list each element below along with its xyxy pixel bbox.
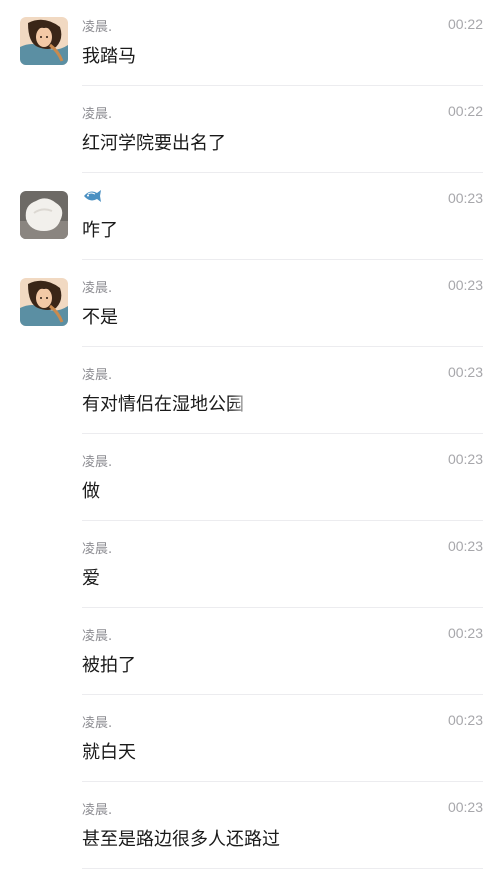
message-text: 爱	[82, 568, 100, 589]
message-divider	[82, 607, 483, 608]
sender-name: 凌晨.	[82, 368, 113, 383]
message-time: 00:23	[447, 364, 483, 380]
message-divider	[82, 85, 483, 86]
sender-name: 凌晨.	[82, 281, 113, 296]
chat-message[interactable]: 凌晨. 00:23 爱	[0, 522, 503, 609]
message-time: 00:23	[447, 190, 483, 206]
message-text: 红河学院要出名了	[82, 133, 226, 154]
sender-name	[82, 188, 102, 208]
message-divider	[82, 172, 483, 173]
sender-name: 凌晨.	[82, 629, 113, 644]
chat-message[interactable]: 凌晨. 00:23 就白天	[0, 696, 503, 783]
girl-avatar[interactable]	[20, 17, 68, 65]
message-text: 我踏马	[82, 46, 136, 67]
sender-name: 凌晨.	[82, 107, 113, 122]
chat-message[interactable]: 凌晨. 00:23 不是	[0, 261, 503, 348]
chat-message[interactable]: 00:23 咋了	[0, 174, 503, 261]
message-time: 00:23	[447, 799, 483, 815]
message-time: 00:23	[447, 451, 483, 467]
message-time: 00:22	[447, 16, 483, 32]
message-divider	[82, 346, 483, 347]
message-text: 不是	[82, 307, 118, 328]
chat-message[interactable]: 凌晨. 00:23 有对情侣在湿地公园	[0, 348, 503, 435]
chat-message[interactable]: 凌晨. 00:22 红河学院要出名了	[0, 87, 503, 174]
sender-name: 凌晨.	[82, 455, 113, 470]
sender-name: 凌晨.	[82, 542, 113, 557]
message-text: 做	[82, 481, 100, 502]
sender-name: 凌晨.	[82, 803, 113, 818]
message-time: 00:23	[447, 277, 483, 293]
chat-message[interactable]: 凌晨. 00:23 被拍了	[0, 609, 503, 696]
message-text: 被拍了	[82, 655, 136, 676]
sender-name: 凌晨.	[82, 20, 113, 35]
message-divider	[82, 259, 483, 260]
sender-name: 凌晨.	[82, 716, 113, 731]
message-divider	[82, 781, 483, 782]
white-object-avatar[interactable]	[20, 191, 68, 239]
chat-message[interactable]: 凌晨. 00:23 甚至是路边很多人还路过	[0, 783, 503, 870]
message-time: 00:23	[447, 712, 483, 728]
message-divider	[82, 868, 483, 869]
message-time: 00:23	[447, 538, 483, 554]
chat-message[interactable]: 凌晨. 00:23 做	[0, 435, 503, 522]
girl-avatar[interactable]	[20, 278, 68, 326]
message-text: 就白天	[82, 742, 136, 763]
text-blur-overlay	[232, 390, 272, 416]
message-divider	[82, 694, 483, 695]
message-divider	[82, 520, 483, 521]
message-text: 咋了	[82, 220, 118, 241]
message-time: 00:23	[447, 625, 483, 641]
chat-message[interactable]: 凌晨. 00:22 我踏马	[0, 0, 503, 87]
message-text: 甚至是路边很多人还路过	[82, 829, 280, 850]
fish-icon	[82, 188, 102, 208]
message-time: 00:22	[447, 103, 483, 119]
chat-message-list: 凌晨. 00:22 我踏马 凌晨. 00:22 红河学院要出名了 00:23 咋…	[0, 0, 503, 873]
message-text: 有对情侣在湿地公园	[82, 394, 244, 415]
message-divider	[82, 433, 483, 434]
